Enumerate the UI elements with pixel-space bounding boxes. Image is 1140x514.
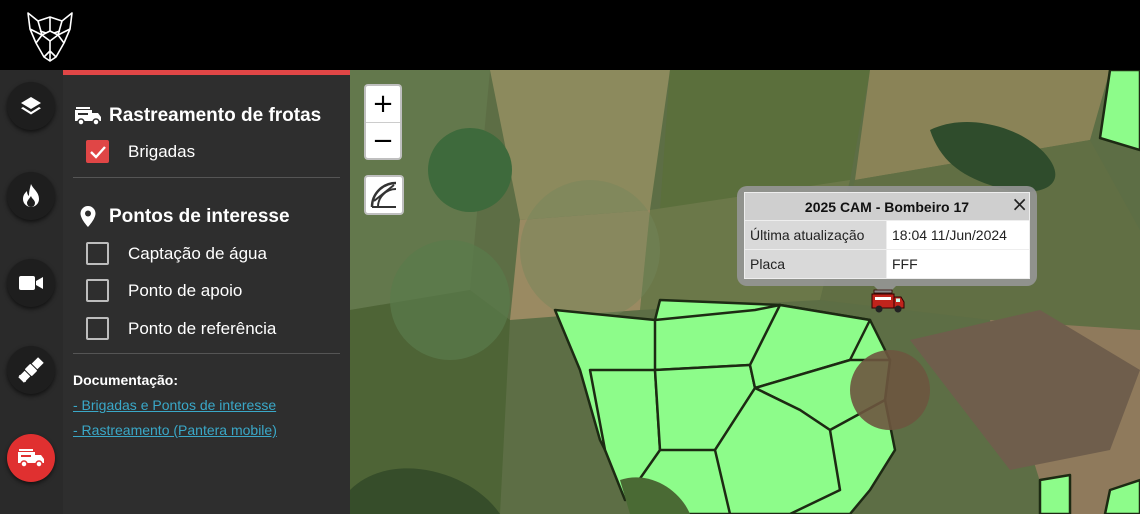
referencia-label: Ponto de referência <box>128 318 277 338</box>
vehicle-info-table: 2025 CAM - Bombeiro 17 Última atualizaçã… <box>744 192 1030 279</box>
ruler-protractor-icon <box>370 181 397 208</box>
checkmark-icon <box>89 145 106 159</box>
top-bar <box>0 0 1140 70</box>
side-rail <box>0 70 63 514</box>
last-update-label: Última atualização <box>744 220 887 250</box>
vehicle-popup: × 2025 CAM - Bombeiro 17 Última atualiza… <box>737 186 1037 297</box>
layers-icon <box>21 97 41 115</box>
satellite-icon <box>18 357 44 383</box>
fleet-tracking-button[interactable] <box>7 434 55 482</box>
layer-panel: Rastreamento de frotas Brigadas Pontos d… <box>63 70 350 514</box>
poi-title-label: Pontos de interesse <box>109 206 290 227</box>
divider <box>73 177 340 178</box>
zoom-control: + − <box>364 84 402 160</box>
referencia-checkbox-row[interactable]: Ponto de referência <box>86 317 276 340</box>
last-update-value: 18:04 11/Jun/2024 <box>886 220 1030 250</box>
brigadas-checkbox-row[interactable]: Brigadas <box>86 140 195 163</box>
captacao-label: Captação de água <box>128 243 267 263</box>
popup-title: 2025 CAM - Bombeiro 17 <box>744 192 1030 221</box>
panther-logo <box>27 12 73 62</box>
fire-truck-icon <box>75 107 101 126</box>
divider <box>73 353 340 354</box>
fire-button[interactable] <box>7 172 55 220</box>
documentation-title: Documentação: <box>73 372 179 388</box>
layers-button[interactable] <box>7 82 55 130</box>
zoom-in-button[interactable]: + <box>366 86 400 122</box>
map-view[interactable]: + − × 2025 CAM - Bombeiro 17 Última atua… <box>350 70 1140 514</box>
plate-value: FFF <box>886 249 1030 279</box>
apoio-label: Ponto de apoio <box>128 280 243 300</box>
referencia-checkbox[interactable] <box>86 317 109 340</box>
measure-button[interactable] <box>364 175 404 215</box>
camera-button[interactable] <box>7 259 55 307</box>
apoio-checkbox-row[interactable]: Ponto de apoio <box>86 279 242 302</box>
captacao-checkbox[interactable] <box>86 242 109 265</box>
fleet-title-label: Rastreamento de frotas <box>109 105 322 126</box>
doc-link-brigadas[interactable]: - Brigadas e Pontos de interesse <box>73 397 276 413</box>
satellite-button[interactable] <box>7 346 55 394</box>
poi-section-title: Pontos de interesse <box>73 204 290 230</box>
brigadas-label: Brigadas <box>128 141 196 161</box>
fire-truck-icon[interactable] <box>870 286 906 316</box>
brigadas-checkbox[interactable] <box>86 140 109 163</box>
close-icon[interactable]: × <box>1011 194 1028 214</box>
fire-truck-icon <box>18 449 44 468</box>
satellite-imagery <box>350 70 1140 514</box>
plate-label: Placa <box>744 249 887 279</box>
fire-icon <box>23 184 39 207</box>
video-camera-icon <box>19 276 43 290</box>
fleet-section-title: Rastreamento de frotas <box>73 103 321 129</box>
zoom-out-button[interactable]: − <box>366 122 400 158</box>
map-pin-icon <box>80 206 96 227</box>
doc-link-rastreamento[interactable]: - Rastreamento (Pantera mobile) <box>73 422 277 438</box>
apoio-checkbox[interactable] <box>86 279 109 302</box>
captacao-checkbox-row[interactable]: Captação de água <box>86 242 267 265</box>
